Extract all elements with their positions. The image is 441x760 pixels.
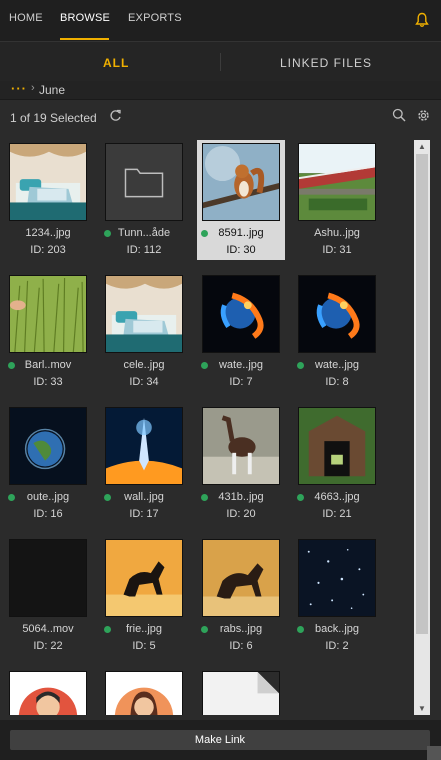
breadcrumb: ··· › June: [0, 81, 441, 100]
top-navigation: HOME BROWSE EXPORTS: [0, 0, 441, 41]
file-id: ID: 2: [325, 640, 349, 652]
file-name: oute..jpg: [26, 491, 70, 503]
file-tile[interactable]: wall..jpg ID: 17: [100, 404, 188, 524]
refresh-icon[interactable]: [109, 109, 122, 122]
file-thumbnail[interactable]: [298, 275, 376, 353]
tab-home[interactable]: HOME: [9, 12, 43, 24]
file-id: ID: 7: [229, 376, 253, 388]
scroll-up-arrow[interactable]: ▲: [418, 142, 426, 151]
file-name: 431b..jpg: [218, 491, 264, 503]
file-id: ID: 8: [325, 376, 349, 388]
file-name: 5064..mov: [22, 623, 74, 635]
file-thumbnail[interactable]: [9, 671, 87, 715]
file-name: 1234..jpg: [25, 227, 71, 239]
file-thumbnail[interactable]: [105, 671, 183, 715]
tab-exports[interactable]: EXPORTS: [128, 12, 182, 24]
file-tile[interactable]: wate..jpg ID: 7: [197, 272, 285, 392]
file-id: ID: 21: [322, 508, 352, 520]
file-tile[interactable]: 1234..jpg ID: 203: [4, 140, 92, 260]
breadcrumb-ellipsis[interactable]: ···: [11, 81, 27, 96]
file-id: ID: 34: [129, 376, 159, 388]
file-thumbnail[interactable]: [9, 539, 87, 617]
file-tile[interactable]: 5064..mov ID: 22: [4, 536, 92, 656]
scrollbar-thumb[interactable]: [416, 154, 428, 634]
file-name: rabs..jpg: [219, 623, 263, 635]
file-tile[interactable]: 8591..jpg ID: 30: [197, 140, 285, 260]
file-tile[interactable]: Tunn...åde ID: 112: [100, 140, 188, 260]
file-tile[interactable]: [4, 668, 92, 715]
breadcrumb-separator: ›: [31, 82, 35, 94]
active-tab-indicator: [60, 38, 109, 40]
file-tile[interactable]: frie..jpg ID: 5: [100, 536, 188, 656]
file-id: ID: 6: [229, 640, 253, 652]
tab-browse[interactable]: BROWSE: [60, 12, 110, 24]
file-tile[interactable]: [100, 668, 188, 715]
selection-status: 1 of 19 Selected: [10, 111, 97, 125]
file-tile[interactable]: 431b..jpg ID: 20: [197, 404, 285, 524]
file-name: wate..jpg: [218, 359, 264, 371]
file-id: ID: 22: [33, 640, 63, 652]
file-thumbnail[interactable]: [105, 275, 183, 353]
resize-handle[interactable]: [427, 746, 441, 760]
divider: [220, 53, 221, 71]
file-name: wall..jpg: [124, 491, 164, 503]
tab-linked-files[interactable]: LINKED FILES: [280, 56, 372, 70]
file-thumbnail[interactable]: [298, 143, 376, 221]
file-id: ID: 20: [226, 508, 256, 520]
tab-all[interactable]: ALL: [103, 56, 129, 70]
file-name: cele..jpg: [123, 359, 165, 371]
file-id: ID: 5: [132, 640, 156, 652]
file-tile[interactable]: Ashu..jpg ID: 31: [293, 140, 381, 260]
scrollbar[interactable]: ▲ ▼: [414, 140, 430, 715]
file-id: ID: 112: [126, 244, 162, 256]
file-thumbnail[interactable]: [202, 143, 280, 221]
file-tile[interactable]: [197, 668, 285, 715]
file-thumbnail[interactable]: [202, 671, 280, 715]
file-tile[interactable]: rabs..jpg ID: 6: [197, 536, 285, 656]
file-thumbnail[interactable]: [105, 143, 183, 221]
file-thumbnail[interactable]: [202, 539, 280, 617]
file-id: ID: 33: [33, 376, 63, 388]
file-thumbnail[interactable]: [298, 539, 376, 617]
file-id: ID: 17: [129, 508, 159, 520]
search-icon[interactable]: [392, 108, 406, 122]
file-tile[interactable]: cele..jpg ID: 34: [100, 272, 188, 392]
file-name: Barl..mov: [24, 359, 72, 371]
file-thumbnail[interactable]: [9, 407, 87, 485]
file-tile[interactable]: wate..jpg ID: 8: [293, 272, 381, 392]
file-tile[interactable]: back..jpg ID: 2: [293, 536, 381, 656]
file-thumbnail[interactable]: [9, 143, 87, 221]
file-tile[interactable]: Barl..mov ID: 33: [4, 272, 92, 392]
scroll-down-arrow[interactable]: ▼: [418, 704, 426, 713]
file-grid: 1234..jpg ID: 203 Tunn...åde ID: 112 8591..j…: [0, 140, 412, 715]
file-name: back..jpg: [314, 623, 360, 635]
file-tile[interactable]: 4663..jpg ID: 21: [293, 404, 381, 524]
file-name: 8591..jpg: [218, 227, 264, 239]
file-id: ID: 16: [33, 508, 63, 520]
file-id: ID: 31: [322, 244, 352, 256]
file-id: ID: 30: [226, 244, 256, 256]
file-thumbnail[interactable]: [202, 275, 280, 353]
file-tile[interactable]: oute..jpg ID: 16: [4, 404, 92, 524]
bell-icon[interactable]: [415, 12, 429, 28]
file-name: 4663..jpg: [314, 491, 360, 503]
file-thumbnail[interactable]: [105, 539, 183, 617]
file-thumbnail[interactable]: [202, 407, 280, 485]
make-link-button[interactable]: Make Link: [10, 730, 430, 750]
file-name: Tunn...åde: [117, 227, 171, 239]
file-id: ID: 203: [30, 244, 66, 256]
breadcrumb-folder[interactable]: June: [39, 83, 65, 97]
subtab-bar: ALL LINKED FILES: [0, 41, 441, 83]
gear-icon[interactable]: [417, 109, 430, 122]
file-thumbnail[interactable]: [9, 275, 87, 353]
file-name: frie..jpg: [125, 623, 163, 635]
file-name: wate..jpg: [314, 359, 360, 371]
file-thumbnail[interactable]: [105, 407, 183, 485]
file-name: Ashu..jpg: [314, 227, 360, 239]
file-thumbnail[interactable]: [298, 407, 376, 485]
